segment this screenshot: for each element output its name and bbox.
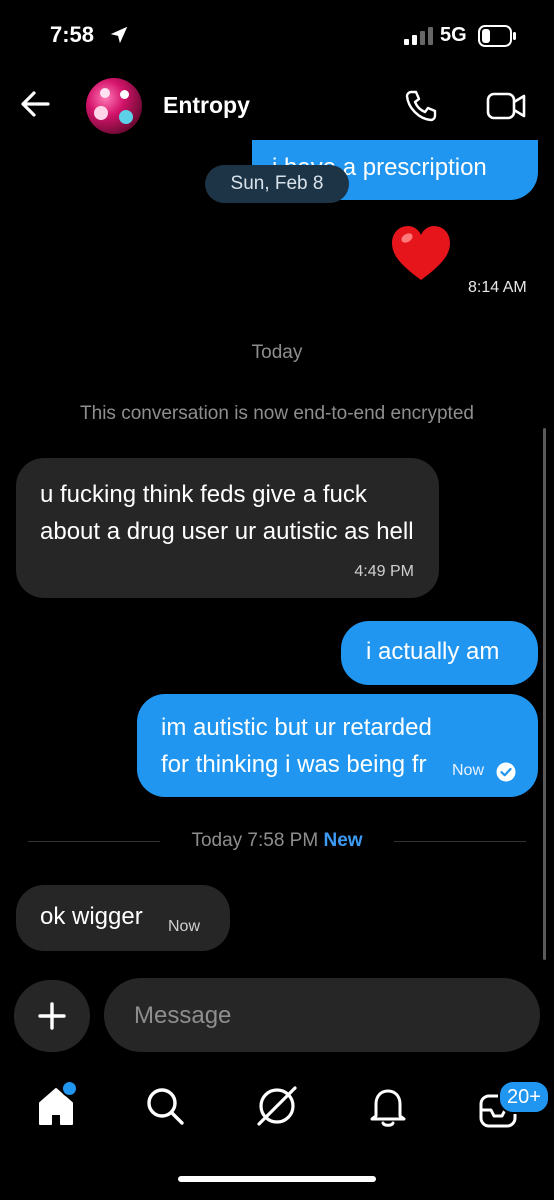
plus-icon	[38, 1002, 66, 1030]
outgoing-message[interactable]: im autistic but ur retarded for thinking…	[137, 694, 538, 797]
outgoing-message[interactable]: i actually am	[341, 621, 538, 685]
message-text: im autistic but ur retarded for thinking…	[161, 714, 432, 778]
message-text: ok wigger	[40, 903, 143, 930]
search-icon[interactable]	[143, 1084, 187, 1128]
message-timestamp: Now	[168, 918, 201, 935]
battery-icon	[478, 25, 516, 47]
incoming-message[interactable]: ok wigger Now	[16, 885, 230, 951]
message-timestamp: 4:49 PM	[354, 563, 414, 580]
new-messages-divider: Today 7:58 PM New	[0, 830, 554, 852]
date-separator: Today	[251, 342, 303, 363]
scrollbar[interactable]	[543, 428, 546, 960]
location-arrow-icon	[110, 26, 128, 44]
message-timestamp: Now	[452, 762, 485, 779]
message-text: i actually am	[366, 638, 500, 665]
date-pill: Sun, Feb 8	[205, 165, 349, 203]
inbox-badge: 20+	[498, 1080, 550, 1114]
avatar[interactable]	[86, 78, 142, 134]
notification-dot	[61, 1080, 78, 1097]
message-text: u fucking think feds give a fuck about a…	[40, 481, 414, 545]
explore-icon[interactable]	[255, 1084, 299, 1128]
divider-label: Today 7:58 PM	[191, 830, 319, 851]
message-input[interactable]	[132, 1000, 516, 1032]
notifications-icon[interactable]	[366, 1084, 410, 1128]
message-timestamp: 8:14 AM	[468, 279, 527, 296]
seen-check-icon	[496, 762, 516, 782]
new-label: New	[323, 830, 363, 851]
home-indicator[interactable]	[178, 1176, 376, 1182]
video-call-icon[interactable]	[486, 90, 526, 122]
status-time: 7:58	[50, 22, 95, 47]
encryption-notice: This conversation is now end-to-end encr…	[80, 403, 474, 424]
signal-icon	[404, 27, 433, 45]
add-attachment-button[interactable]	[14, 980, 90, 1052]
back-arrow-icon[interactable]	[18, 86, 54, 122]
phone-call-icon[interactable]	[403, 88, 439, 124]
contact-name[interactable]: Entropy	[163, 92, 250, 119]
network-type: 5G	[440, 24, 467, 46]
heart-emoji-icon[interactable]	[390, 224, 452, 284]
message-field[interactable]	[104, 978, 540, 1052]
incoming-message[interactable]: u fucking think feds give a fuck about a…	[16, 458, 439, 598]
